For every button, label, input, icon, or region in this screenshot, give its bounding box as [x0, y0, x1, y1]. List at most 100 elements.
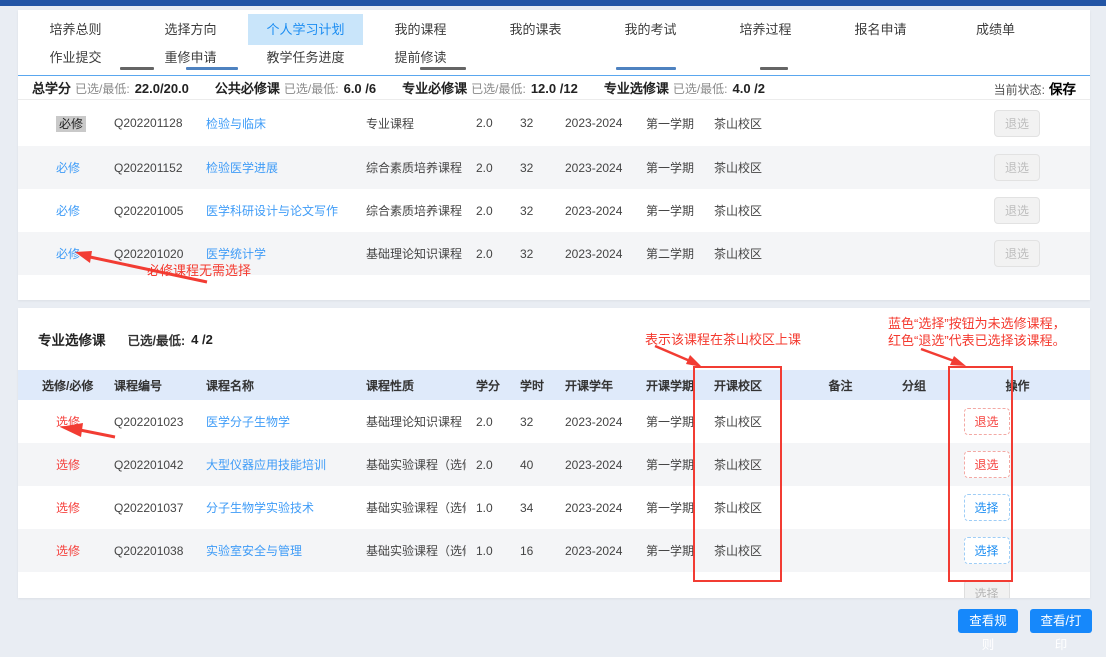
course-year: 2023-2024 [565, 457, 623, 472]
section-sub: 已选/最低: [127, 333, 186, 348]
course-campus: 茶山校区 [714, 415, 763, 429]
select-button[interactable]: 选择 [963, 537, 1010, 564]
tab-direction-select[interactable]: 选择方向 [133, 14, 248, 45]
course-nature: 基础实验课程（选修） [366, 501, 466, 515]
tab-my-exams[interactable]: 我的考试 [593, 14, 708, 45]
withdraw-button-disabled: 退选 [994, 109, 1040, 137]
course-name-link[interactable]: 医学分子生物学 [206, 415, 290, 429]
course-name-link[interactable]: 大型仪器应用技能培训 [206, 458, 326, 472]
course-note [798, 232, 883, 275]
course-nature: 基础理论知识课程（选修） [366, 415, 466, 429]
course-group [883, 529, 945, 572]
summary-value: 12.0 /12 [530, 81, 578, 96]
course-group [883, 400, 945, 443]
tab-early-study[interactable]: 提前修读 [363, 45, 478, 75]
course-campus: 茶山校区 [714, 544, 763, 558]
course-group [883, 189, 945, 232]
tab-registration[interactable]: 报名申请 [823, 14, 938, 45]
table-row: 选修 Q202201037 分子生物学实验技术 基础实验课程（选修） 1.0 3… [18, 486, 1090, 529]
course-code: Q202201038 [114, 543, 184, 558]
course-name-link[interactable]: 医学统计学 [206, 247, 266, 261]
tab-transcript[interactable]: 成绩单 [938, 14, 1053, 45]
status-label: 当前状态: [993, 82, 1045, 97]
course-note [798, 529, 883, 572]
course-credit: 2.0 [476, 203, 493, 218]
summary-value: 22.0/20.0 [134, 81, 189, 96]
course-credit: 2.0 [476, 116, 493, 130]
tab-personal-study-plan[interactable]: 个人学习计划 [248, 14, 363, 45]
tab-training-process[interactable]: 培养过程 [708, 14, 823, 45]
course-code: Q202201023 [114, 414, 184, 429]
course-note [798, 486, 883, 529]
course-group [883, 486, 945, 529]
course-name-link[interactable]: 检验与临床 [206, 117, 266, 131]
course-year: 2023-2024 [565, 116, 623, 130]
header-term: 开课学期 [646, 378, 695, 393]
tab-training-rules[interactable]: 培养总则 [18, 14, 133, 45]
course-hours: 34 [520, 500, 534, 515]
course-name-link[interactable]: 医学科研设计与论文写作 [206, 204, 338, 218]
tab-teaching-task-progress[interactable]: 教学任务进度 [248, 45, 363, 75]
course-nature: 基础实验课程（选修） [366, 458, 466, 472]
select-button-clipped[interactable]: 选择 [963, 580, 1010, 598]
study-plan-panel: 培养总则 选择方向 个人学习计划 我的课程 我的课表 我的考试 培养过程 报名申… [18, 10, 1090, 300]
course-type: 必修 [56, 204, 81, 218]
withdraw-button[interactable]: 退选 [963, 408, 1010, 435]
elective-course-table: 选修/必修 课程编号 课程名称 课程性质 学分 学时 开课学年 开课学期 开课校… [18, 370, 1090, 598]
elective-section-header: 专业选修课 已选/最低: 4 /2 [18, 308, 1090, 370]
header-hours: 学时 [520, 378, 545, 393]
course-code: Q202201152 [114, 160, 183, 175]
tab-my-courses[interactable]: 我的课程 [363, 14, 478, 45]
course-name-link[interactable]: 检验医学进展 [206, 161, 278, 175]
clipped-text-fragment [760, 67, 788, 70]
course-year: 2023-2024 [565, 500, 623, 515]
select-button[interactable]: 选择 [963, 494, 1010, 521]
header-credit: 学分 [476, 378, 501, 393]
summary-label: 公共必修课 [214, 81, 280, 96]
section-title: 专业选修课 [38, 333, 106, 348]
course-hours: 40 [520, 457, 534, 472]
summary-label: 专业必修课 [402, 81, 468, 96]
course-credit: 2.0 [476, 457, 493, 472]
table-header-row: 选修/必修 课程编号 课程名称 课程性质 学分 学时 开课学年 开课学期 开课校… [18, 370, 1090, 400]
header-year: 开课学年 [565, 378, 614, 393]
course-term: 第一学期 [646, 544, 695, 558]
header-nature: 课程性质 [366, 378, 415, 393]
course-note [798, 146, 883, 189]
table-row: 必修 Q202201020 医学统计学 基础理论知识课程 2.0 32 2023… [18, 232, 1090, 275]
withdraw-button[interactable]: 退选 [963, 451, 1010, 478]
course-type: 选修 [56, 501, 81, 515]
top-browser-bar [0, 0, 1106, 6]
nav-tabs: 培养总则 选择方向 个人学习计划 我的课程 我的课表 我的考试 培养过程 报名申… [18, 10, 1090, 76]
tab-my-timetable[interactable]: 我的课表 [478, 14, 593, 45]
course-type: 选修 [56, 544, 81, 558]
current-status: 当前状态: 保存 [994, 78, 1076, 98]
view-print-button[interactable]: 查看/打印 [1030, 609, 1092, 652]
course-hours: 32 [520, 414, 534, 429]
elective-course-panel: 专业选修课 已选/最低: 4 /2 选修/必修 课程编号 课程名称 课程性质 学… [18, 308, 1090, 598]
course-nature: 专业课程 [366, 116, 415, 131]
course-code: Q202201020 [114, 246, 184, 261]
course-name-link[interactable]: 实验室安全与管理 [206, 544, 302, 558]
course-note [798, 100, 883, 146]
course-name-link[interactable]: 分子生物学实验技术 [206, 501, 314, 515]
view-rules-button[interactable]: 查看规则 [958, 609, 1018, 652]
table-row: 必修 Q202201005 医学科研设计与论文写作 综合素质培养课程 2.0 3… [18, 189, 1090, 232]
course-nature: 综合素质培养课程 [366, 161, 463, 175]
course-code: Q202201037 [114, 500, 184, 515]
course-term: 第一学期 [646, 458, 695, 472]
course-type: 选修 [56, 415, 81, 429]
course-credit: 1.0 [476, 500, 493, 515]
course-code: Q202201005 [114, 203, 184, 218]
course-year: 2023-2024 [565, 414, 623, 429]
tab-homework-submit[interactable]: 作业提交 [18, 45, 133, 75]
course-term: 第一学期 [646, 161, 695, 175]
course-group [883, 232, 945, 275]
table-row: 必修 Q202201128 检验与临床 专业课程 2.0 32 2023-202… [18, 100, 1090, 146]
required-course-table: 必修 Q202201128 检验与临床 专业课程 2.0 32 2023-202… [18, 100, 1090, 275]
course-year: 2023-2024 [565, 543, 623, 558]
course-group [883, 146, 945, 189]
tab-retake-apply[interactable]: 重修申请 [133, 45, 248, 75]
course-group [883, 100, 945, 146]
table-row-partial: 选择 [18, 572, 1090, 598]
